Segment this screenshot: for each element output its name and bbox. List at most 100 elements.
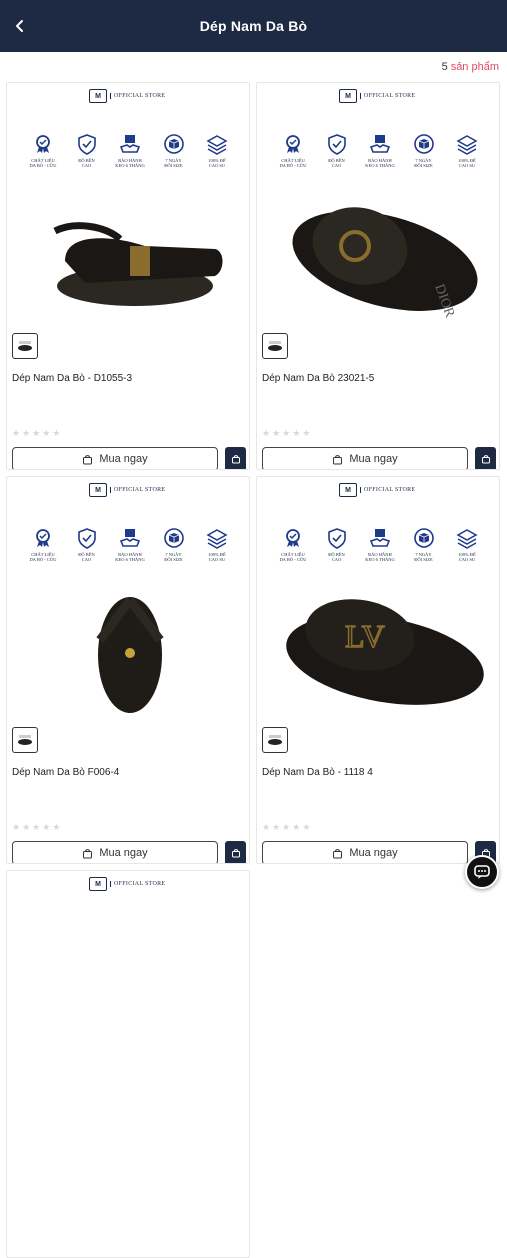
store-name: OFFICIAL STORE (110, 487, 165, 493)
shield-icon (77, 528, 96, 549)
store-name: OFFICIAL STORE (110, 881, 165, 887)
feature-badge-label: BẢO HÀNH KEO 6 THÁNG (365, 552, 395, 563)
product-count-label: sản phẩm (450, 61, 499, 73)
star-icon: ★ (12, 822, 21, 832)
variant-thumbnail[interactable] (262, 333, 288, 359)
feature-badge-label: 7 NGÀY ĐỔI SIZE (414, 552, 433, 563)
feature-badge: 7 NGÀY ĐỔI SIZE (406, 133, 442, 169)
store-logo: M (89, 89, 107, 103)
feature-badge-label: 100% ĐẾ CAO SU (208, 552, 226, 563)
layers-icon (206, 135, 228, 155)
star-icon: ★ (42, 822, 51, 832)
feature-badge: CHẤT LIỆU DA BÒ - CỪU (25, 133, 61, 169)
layers-icon (456, 529, 478, 549)
feature-badge-label: ĐỘ BỀN CAO (78, 158, 95, 169)
add-to-cart-button[interactable] (225, 841, 246, 863)
handshake-icon (369, 135, 391, 153)
layers-icon (206, 529, 228, 549)
page-title: Dép Nam Da Bò (199, 18, 308, 34)
svg-text:LV: LV (345, 618, 385, 654)
feature-badge-label: 100% ĐẾ CAO SU (458, 552, 476, 563)
product-card[interactable]: M OFFICIAL STORE CHẤT LIỆU DA BÒ - CỪU ĐỘ B… (256, 476, 500, 864)
shoe-icon (268, 735, 282, 745)
feature-badge-label: 100% ĐẾ CAO SU (208, 158, 226, 169)
feature-badge-label: 7 NGÀY ĐỔI SIZE (414, 158, 433, 169)
shopping-bag-icon (83, 454, 93, 464)
product-card[interactable]: M OFFICIAL STORE CHẤT LIỆU DA BÒ - CỪU ĐỘ B… (6, 476, 250, 864)
medal-icon (36, 135, 50, 153)
feature-badge: 100% ĐẾ CAO SU (449, 133, 485, 169)
star-icon: ★ (272, 822, 281, 832)
star-icon: ★ (262, 428, 271, 438)
store-name: OFFICIAL STORE (110, 93, 165, 99)
product-image[interactable]: DIOR (275, 191, 485, 321)
buy-now-button[interactable]: Mua ngay (12, 841, 218, 863)
app-header: Dép Nam Da Bò (0, 0, 507, 52)
store-name: OFFICIAL STORE (360, 93, 415, 99)
medal-icon (286, 135, 300, 153)
feature-badge: BẢO HÀNH KEO 6 THÁNG (362, 527, 398, 563)
product-name[interactable]: Dép Nam Da Bò - 1118 4 (262, 767, 496, 778)
feature-badge-label: 7 NGÀY ĐỔI SIZE (164, 158, 183, 169)
product-card[interactable]: M OFFICIAL STORE CHẤT LIỆU DA BÒ - CỪU ĐỘ B… (6, 82, 250, 470)
buy-now-button[interactable]: Mua ngay (262, 447, 468, 469)
feature-badge-label: BẢO HÀNH KEO 6 THÁNG (115, 158, 145, 169)
buy-now-button[interactable]: Mua ngay (12, 447, 218, 469)
shoe-icon (18, 735, 32, 745)
feature-badge: 100% ĐẾ CAO SU (449, 527, 485, 563)
box-icon (413, 528, 434, 548)
feature-badge-label: BẢO HÀNH KEO 6 THÁNG (115, 552, 145, 563)
store-banner: M OFFICIAL STORE (339, 87, 419, 105)
store-banner: M OFFICIAL STORE (89, 481, 169, 499)
product-image[interactable] (25, 191, 235, 321)
product-count: 5 sản phẩm (442, 61, 499, 73)
product-name[interactable]: Dép Nam Da Bò F006-4 (12, 767, 246, 778)
variant-thumbnail[interactable] (262, 727, 288, 753)
star-icon: ★ (22, 822, 31, 832)
product-name[interactable]: Dép Nam Da Bò - D1055-3 (12, 373, 246, 384)
product-name[interactable]: Dép Nam Da Bò 23021-5 (262, 373, 496, 384)
feature-badge-label: ĐỘ BỀN CAO (328, 158, 345, 169)
product-card[interactable]: M OFFICIAL STORE CHẤT LIỆU DA BÒ - CỪU ĐỘ B… (256, 82, 500, 470)
feature-badge: ĐỘ BỀN CAO (69, 133, 105, 169)
cart-icon (231, 849, 240, 858)
chat-icon (474, 865, 490, 879)
product-image[interactable]: LV (275, 585, 485, 715)
star-icon: ★ (32, 428, 41, 438)
star-icon: ★ (52, 822, 61, 832)
back-button[interactable] (8, 14, 32, 38)
product-image[interactable] (25, 585, 235, 715)
product-count-number: 5 (441, 61, 448, 73)
medal-icon (36, 529, 50, 547)
product-card[interactable]: M OFFICIAL STORE (6, 870, 250, 1258)
rating-stars: ★ ★ ★ ★ ★ (12, 822, 60, 833)
feature-badge-label: CHẤT LIỆU DA BÒ - CỪU (29, 552, 57, 563)
store-logo: M (339, 89, 357, 103)
feature-badge: CHẤT LIỆU DA BÒ - CỪU (275, 527, 311, 563)
star-icon: ★ (302, 822, 311, 832)
feature-badge: 7 NGÀY ĐỔI SIZE (156, 133, 192, 169)
feature-badges: CHẤT LIỆU DA BÒ - CỪU ĐỘ BỀN CAO BẢO HÀNH … (275, 133, 485, 169)
box-icon (163, 134, 184, 154)
feature-badge-label: CHẤT LIỆU DA BÒ - CỪU (279, 552, 307, 563)
feature-badge: CHẤT LIỆU DA BÒ - CỪU (25, 527, 61, 563)
buy-now-label: Mua ngay (99, 847, 148, 859)
feature-badge: 100% ĐẾ CAO SU (199, 527, 235, 563)
variant-thumbnail[interactable] (12, 727, 38, 753)
add-to-cart-button[interactable] (475, 447, 496, 469)
buy-now-button[interactable]: Mua ngay (262, 841, 468, 863)
feature-badge: 7 NGÀY ĐỔI SIZE (406, 527, 442, 563)
chat-button[interactable] (465, 855, 499, 889)
star-icon: ★ (52, 428, 61, 438)
star-icon: ★ (272, 428, 281, 438)
feature-badges: CHẤT LIỆU DA BÒ - CỪU ĐỘ BỀN CAO BẢO HÀNH … (25, 133, 235, 169)
add-to-cart-button[interactable] (225, 447, 246, 469)
feature-badge-label: BẢO HÀNH KEO 6 THÁNG (365, 158, 395, 169)
cart-icon (231, 455, 240, 464)
feature-badge: BẢO HÀNH KEO 6 THÁNG (112, 133, 148, 169)
store-banner: M OFFICIAL STORE (89, 87, 169, 105)
variant-thumbnail[interactable] (12, 333, 38, 359)
handshake-icon (369, 529, 391, 547)
feature-badge: BẢO HÀNH KEO 6 THÁNG (112, 527, 148, 563)
star-icon: ★ (282, 428, 291, 438)
